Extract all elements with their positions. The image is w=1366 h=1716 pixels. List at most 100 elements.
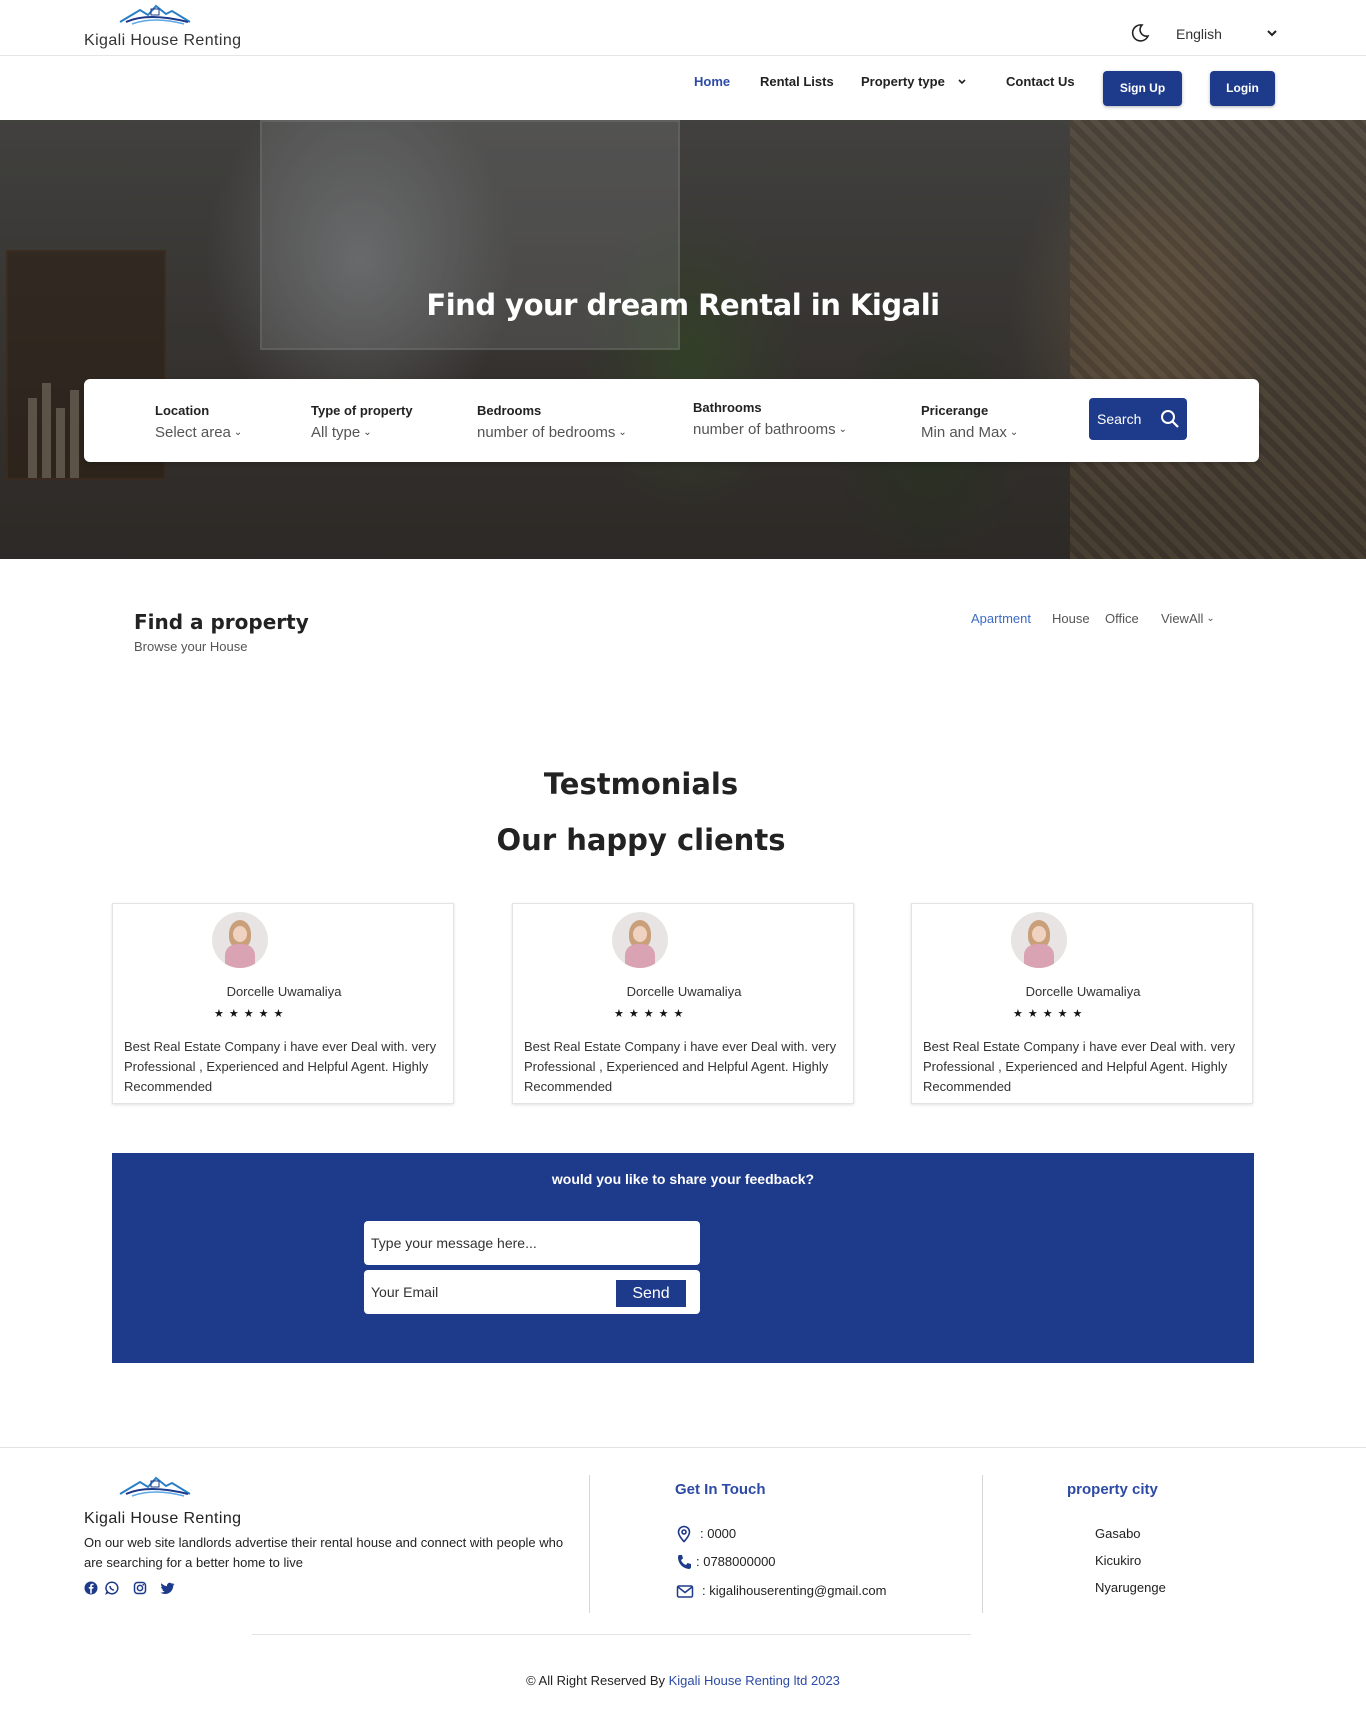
copyright: © All Right Reserved By Kigali House Ren… — [0, 1673, 1366, 1688]
copyright-brand-link[interactable]: Kigali House Renting ltd 2023 — [669, 1673, 840, 1688]
location-value[interactable]: Select area — [155, 424, 231, 441]
nav-home[interactable]: Home — [694, 74, 730, 89]
property-type-label: Type of property — [311, 403, 413, 418]
footer-column-divider — [982, 1475, 983, 1613]
feedback-email-row: Send — [364, 1270, 700, 1314]
chevron-down-icon: ⌄ — [363, 427, 372, 438]
sign-up-button[interactable]: Sign Up — [1103, 71, 1182, 106]
testimonial-name: Dorcelle Uwamaliya — [1025, 984, 1141, 999]
tab-view-all[interactable]: ViewAll ⌄ — [1161, 611, 1215, 626]
tab-office[interactable]: Office — [1105, 611, 1139, 626]
testimonial-card: Dorcelle Uwamaliya ★★★★★ Best Real Estat… — [911, 903, 1253, 1104]
twitter-icon[interactable] — [160, 1581, 175, 1595]
feedback-section: would you like to share your feedback? S… — [112, 1153, 1254, 1363]
footer-brand-name: Kigali House Renting — [84, 1510, 242, 1527]
tab-view-all-label: ViewAll — [1161, 611, 1204, 626]
property-type-value[interactable]: All type — [311, 424, 360, 441]
contact-phone[interactable]: : 0788000000 — [676, 1554, 896, 1572]
star-rating: ★★★★★ — [214, 1008, 289, 1020]
chevron-down-icon: ⌄ — [1009, 427, 1019, 438]
avatar-body — [625, 944, 655, 968]
tab-apartment[interactable]: Apartment — [971, 611, 1031, 626]
avatar-face — [633, 926, 647, 942]
star-rating: ★★★★★ — [614, 1008, 689, 1020]
find-property-title: Find a property — [134, 610, 309, 634]
facebook-icon[interactable] — [84, 1581, 98, 1595]
find-property-subtitle: Browse your House — [134, 639, 248, 654]
contact-email-text: : kigalihouserenting@gmail.com — [702, 1583, 887, 1598]
brand-name: Kigali House Renting — [84, 32, 242, 49]
tab-house[interactable]: House — [1052, 611, 1090, 626]
bathrooms-label: Bathrooms — [693, 400, 762, 415]
testimonial-text: Best Real Estate Company i have ever Dea… — [124, 1039, 437, 1094]
avatar — [1011, 912, 1067, 968]
contact-address-text: : 0000 — [700, 1526, 737, 1541]
city-link-gasabo[interactable]: Gasabo — [1095, 1526, 1141, 1541]
bedrooms-value[interactable]: number of bedrooms — [477, 424, 615, 441]
bathrooms-filter[interactable]: Bathrooms number of bathrooms ⌄ — [693, 400, 847, 438]
search-button-label: Search — [1097, 411, 1142, 427]
chevron-down-icon[interactable] — [957, 78, 967, 86]
feedback-message-input[interactable] — [364, 1221, 700, 1265]
house-logo-icon — [119, 4, 191, 25]
property-city-heading: property city — [1067, 1481, 1158, 1498]
avatar — [612, 912, 668, 968]
dark-mode-moon-icon[interactable] — [1130, 23, 1150, 43]
footer-logo[interactable]: Kigali House Renting — [84, 1472, 264, 1530]
testimonial-name: Dorcelle Uwamaliya — [226, 984, 342, 999]
hero-title: Find your dream Rental in Kigali — [426, 288, 940, 322]
footer-column-divider — [589, 1475, 590, 1613]
mail-icon — [676, 1585, 694, 1598]
property-type-filter[interactable]: Type of property All type ⌄ — [311, 403, 413, 441]
brand-logo[interactable]: Kigali House Renting — [84, 0, 244, 54]
whatsapp-icon[interactable] — [105, 1581, 119, 1595]
send-button[interactable]: Send — [616, 1280, 686, 1307]
contact-email[interactable]: : kigalihouserenting@gmail.com — [676, 1583, 936, 1601]
testimonial-text: Best Real Estate Company i have ever Dea… — [923, 1039, 1236, 1094]
avatar-body — [225, 944, 255, 968]
login-button[interactable]: Login — [1210, 71, 1275, 106]
testimonial-name: Dorcelle Uwamaliya — [626, 984, 742, 999]
chevron-down-icon: ⌄ — [233, 427, 243, 438]
feedback-title: would you like to share your feedback? — [551, 1171, 815, 1187]
nav-rental-lists[interactable]: Rental Lists — [760, 74, 834, 89]
main-nav: Home Rental Lists Property type Contact … — [0, 56, 1366, 120]
instagram-icon[interactable] — [133, 1581, 147, 1595]
footer-description: On our web site landlords advertise thei… — [84, 1535, 564, 1570]
contact-phone-text: : 0788000000 — [696, 1554, 776, 1569]
footer-bottom-divider — [252, 1634, 971, 1635]
avatar-body — [1024, 944, 1054, 968]
price-range-value[interactable]: Min and Max — [921, 424, 1007, 441]
city-link-kicukiro[interactable]: Kicukiro — [1095, 1553, 1141, 1568]
footer-divider — [0, 1447, 1366, 1448]
nav-property-type[interactable]: Property type — [861, 74, 945, 89]
nav-contact-us[interactable]: Contact Us — [1006, 74, 1075, 89]
price-range-label: Pricerange — [921, 403, 989, 418]
location-label: Location — [155, 403, 210, 418]
chevron-down-icon: ⌄ — [618, 427, 627, 438]
hero-banner: Find your dream Rental in Kigali Locatio… — [0, 120, 1366, 559]
feedback-email-input[interactable] — [364, 1270, 604, 1314]
copyright-text: © All Right Reserved By — [526, 1673, 665, 1688]
search-button[interactable]: Search — [1089, 398, 1187, 440]
testimonials-title: Testmonials — [543, 767, 739, 801]
language-select[interactable]: English — [1176, 26, 1222, 42]
testimonial-card: Dorcelle Uwamaliya ★★★★★ Best Real Estat… — [512, 903, 854, 1104]
city-link-nyarugenge[interactable]: Nyarugenge — [1095, 1580, 1166, 1595]
chevron-down-icon[interactable] — [1266, 28, 1278, 38]
testimonial-card: Dorcelle Uwamaliya ★★★★★ Best Real Estat… — [112, 903, 454, 1104]
contact-address: : 0000 — [676, 1525, 896, 1544]
avatar-face — [233, 926, 247, 942]
bedrooms-filter[interactable]: Bedrooms number of bedrooms ⌄ — [477, 403, 627, 441]
testimonials-subtitle: Our happy clients — [496, 823, 786, 857]
bathrooms-value[interactable]: number of bathrooms — [693, 421, 836, 438]
location-filter[interactable]: Location Select area ⌄ — [155, 403, 242, 441]
bedrooms-label: Bedrooms — [477, 403, 542, 418]
avatar-face — [1032, 926, 1046, 942]
price-range-filter[interactable]: Pricerange Min and Max ⌄ — [921, 403, 1018, 441]
testimonial-text: Best Real Estate Company i have ever Dea… — [524, 1039, 837, 1094]
search-bar: Location Select area ⌄ Type of property A… — [84, 379, 1259, 462]
hero-overlay — [0, 120, 1366, 559]
search-icon — [1161, 410, 1179, 428]
house-logo-icon — [119, 1476, 191, 1497]
